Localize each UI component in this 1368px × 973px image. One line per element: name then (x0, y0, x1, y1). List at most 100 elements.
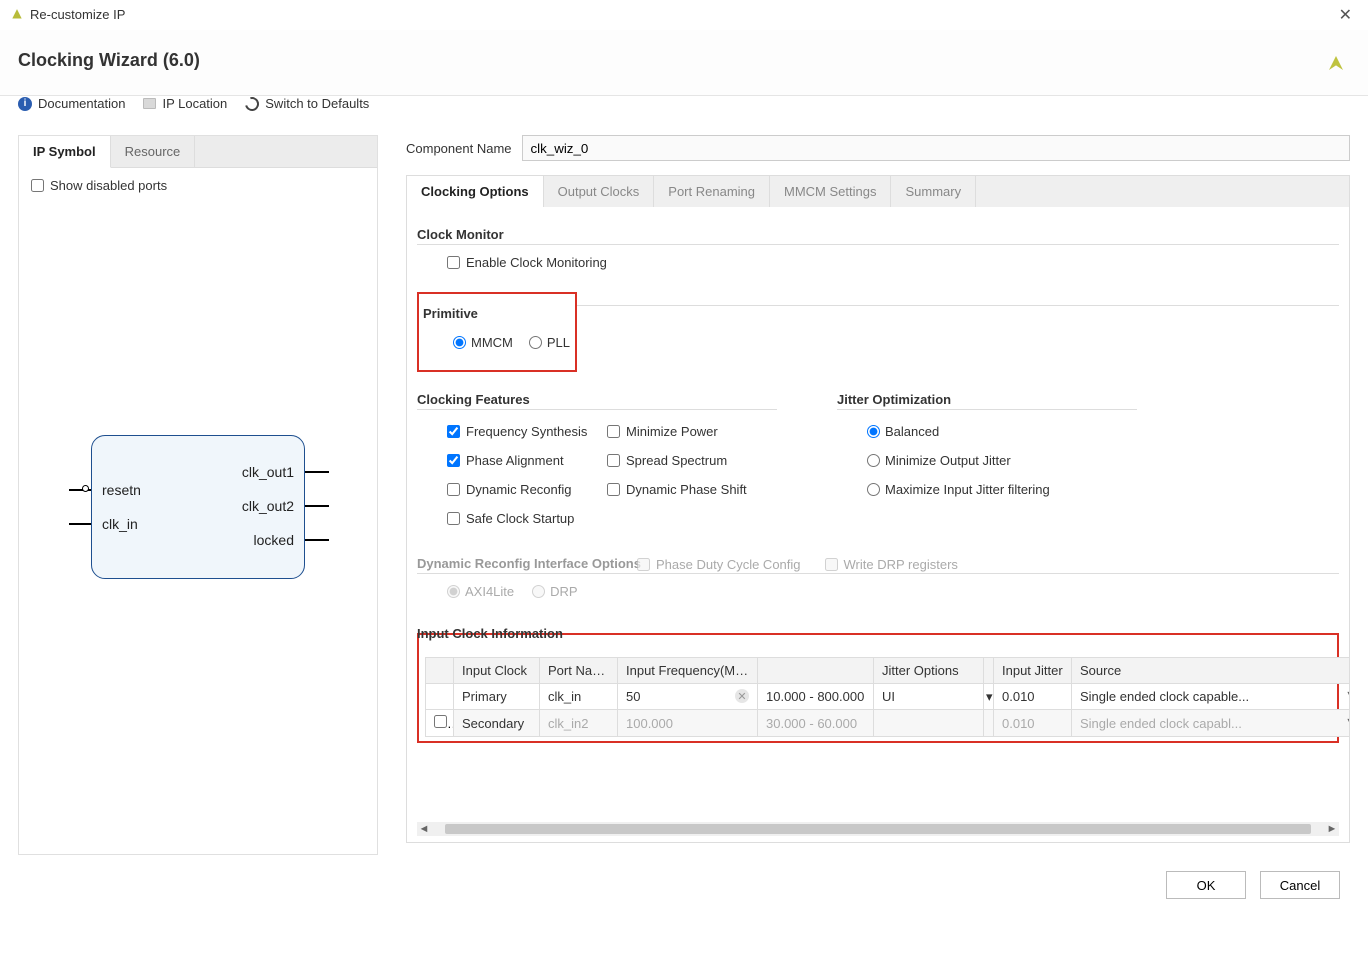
cancel-button[interactable]: Cancel (1260, 871, 1340, 899)
input-clock-section: Input Clock Information Input Clock Port… (417, 633, 1339, 743)
feat-spread-spectrum[interactable]: Spread Spectrum (607, 453, 777, 468)
switch-defaults-link[interactable]: Switch to Defaults (245, 96, 369, 111)
horizontal-scrollbar[interactable]: ◄ ► (417, 822, 1339, 836)
cell-secondary-range: 30.000 - 60.000 (758, 710, 874, 737)
show-disabled-ports-label: Show disabled ports (50, 178, 167, 193)
cell-secondary-jopt (874, 710, 984, 737)
dynamic-reconfig-section: Dynamic Reconfig Interface Options AXI4L… (417, 556, 1339, 599)
drio-axi4lite-radio: AXI4Lite (447, 584, 514, 599)
feat-phase-alignment[interactable]: Phase Alignment (447, 453, 597, 468)
chevron-down-icon: ▾ (1347, 716, 1350, 727)
scroll-thumb[interactable] (445, 824, 1311, 834)
cell-primary-range: 10.000 - 800.000 (758, 684, 874, 710)
vendor-logo-icon (1322, 49, 1350, 77)
left-tabs: IP Symbol Resource (19, 136, 377, 168)
refresh-icon (243, 94, 262, 113)
cell-secondary-ij: 0.010 (994, 710, 1072, 737)
feat-minimize-power[interactable]: Minimize Power (607, 424, 777, 439)
cell-secondary-freq: 100.000 (618, 710, 758, 737)
titlebar: Re-customize IP ✕ (0, 0, 1368, 30)
input-clock-table: Input Clock Port Name Input Frequency(MH… (425, 657, 1350, 737)
show-disabled-ports-checkbox[interactable]: Show disabled ports (31, 178, 167, 193)
component-name-input[interactable] (522, 135, 1351, 161)
right-panel: Component Name Clocking Options Output C… (406, 135, 1350, 855)
jitter-title: Jitter Optimization (837, 392, 1137, 410)
window-title: Re-customize IP (30, 7, 125, 22)
cell-primary-clk: Primary (454, 684, 540, 710)
tab-clocking-options[interactable]: Clocking Options (407, 176, 544, 207)
feat-dynamic-phase-shift[interactable]: Dynamic Phase Shift (607, 482, 777, 497)
app-logo-icon (10, 8, 24, 22)
clocking-features-title: Clocking Features (417, 392, 777, 410)
tab-output-clocks[interactable]: Output Clocks (544, 176, 655, 207)
ip-block: resetn clk_in clk_out1 clk_out2 locked (91, 435, 305, 579)
ip-location-link[interactable]: IP Location (143, 96, 227, 111)
clear-icon[interactable]: ✕ (735, 689, 749, 703)
cell-primary-ij[interactable]: 0.010 (994, 684, 1072, 710)
port-resetn: resetn (102, 482, 141, 498)
port-clk-out2: clk_out2 (242, 498, 294, 514)
port-clk-in: clk_in (102, 516, 138, 532)
cell-primary-jopt-dd[interactable]: ▾ (984, 684, 994, 710)
documentation-label: Documentation (38, 96, 125, 111)
enable-clock-monitoring-input[interactable] (447, 256, 460, 269)
enable-clock-monitoring-checkbox[interactable]: Enable Clock Monitoring (447, 255, 607, 270)
header: Clocking Wizard (6.0) (0, 30, 1368, 96)
config-tabs: Clocking Options Output Clocks Port Rena… (406, 175, 1350, 207)
primitive-title: Primitive (423, 306, 565, 321)
feat-dynamic-reconfig[interactable]: Dynamic Reconfig (447, 482, 597, 497)
port-locked: locked (254, 532, 294, 548)
info-icon: i (18, 97, 32, 111)
table-row-primary: Primary clk_in 50✕ 10.000 - 800.000 UI ▾… (426, 684, 1351, 710)
jitter-max-input-radio[interactable]: Maximize Input Jitter filtering (867, 482, 1137, 497)
cell-secondary-enable[interactable] (426, 710, 454, 737)
table-header-row: Input Clock Port Name Input Frequency(MH… (426, 658, 1351, 684)
tab-resource[interactable]: Resource (111, 136, 196, 167)
feat-frequency-synthesis[interactable]: Frequency Synthesis (447, 424, 597, 439)
input-clock-title: Input Clock Information (415, 626, 565, 641)
clock-monitor-title: Clock Monitor (417, 227, 1339, 245)
cell-secondary-src: Single ended clock capabl...▾ (1072, 710, 1351, 737)
feat-safe-clock-startup[interactable]: Safe Clock Startup (447, 511, 597, 526)
primitive-mmcm-radio[interactable]: MMCM (453, 335, 513, 350)
dialog-buttons: OK Cancel (0, 855, 1368, 909)
tab-summary[interactable]: Summary (891, 176, 976, 207)
primitive-pll-radio[interactable]: PLL (529, 335, 570, 350)
documentation-link[interactable]: i Documentation (18, 96, 125, 111)
drio-drp-radio: DRP (532, 584, 577, 599)
chevron-down-icon[interactable]: ▾ (1347, 689, 1350, 700)
config-body: Clock Monitor Enable Clock Monitoring Pr… (406, 207, 1350, 843)
enable-clock-monitoring-label: Enable Clock Monitoring (466, 255, 607, 270)
component-name-label: Component Name (406, 141, 512, 156)
tab-mmcm-settings[interactable]: MMCM Settings (770, 176, 891, 207)
cell-primary-jopt[interactable]: UI (874, 684, 984, 710)
port-clk-out1: clk_out1 (242, 464, 294, 480)
header-toolbar: i Documentation IP Location Switch to De… (0, 96, 1368, 121)
tab-ip-symbol[interactable]: IP Symbol (19, 136, 111, 168)
cell-secondary-port: clk_in2 (540, 710, 618, 737)
ok-button[interactable]: OK (1166, 871, 1246, 899)
ip-symbol-diagram: resetn clk_in clk_out1 clk_out2 locked (31, 435, 365, 579)
left-panel: IP Symbol Resource Show disabled ports r… (18, 135, 378, 855)
scroll-left-icon[interactable]: ◄ (417, 823, 431, 835)
drio-phase-duty-checkbox: Phase Duty Cycle Config (637, 557, 801, 572)
jitter-min-output-radio[interactable]: Minimize Output Jitter (867, 453, 1137, 468)
cell-secondary-clk: Secondary (454, 710, 540, 737)
jitter-balanced-radio[interactable]: Balanced (867, 424, 1137, 439)
tab-port-renaming[interactable]: Port Renaming (654, 176, 770, 207)
drio-write-drp-checkbox: Write DRP registers (825, 557, 958, 572)
ip-location-label: IP Location (162, 96, 227, 111)
cell-primary-freq[interactable]: 50✕ (618, 684, 758, 710)
folder-icon (143, 98, 156, 109)
component-name-row: Component Name (406, 135, 1350, 161)
page-title: Clocking Wizard (6.0) (18, 30, 200, 95)
cell-primary-port[interactable]: clk_in (540, 684, 618, 710)
primitive-section: Primitive MMCM PLL (417, 292, 577, 372)
close-icon[interactable]: ✕ (1333, 3, 1358, 27)
cell-primary-src[interactable]: Single ended clock capable...▾ (1072, 684, 1351, 710)
clocking-features-section: Clocking Features Frequency Synthesis Mi… (417, 386, 777, 526)
switch-defaults-label: Switch to Defaults (265, 96, 369, 111)
table-row-secondary: Secondary clk_in2 100.000 30.000 - 60.00… (426, 710, 1351, 737)
show-disabled-ports-input[interactable] (31, 179, 44, 192)
scroll-right-icon[interactable]: ► (1325, 823, 1339, 835)
